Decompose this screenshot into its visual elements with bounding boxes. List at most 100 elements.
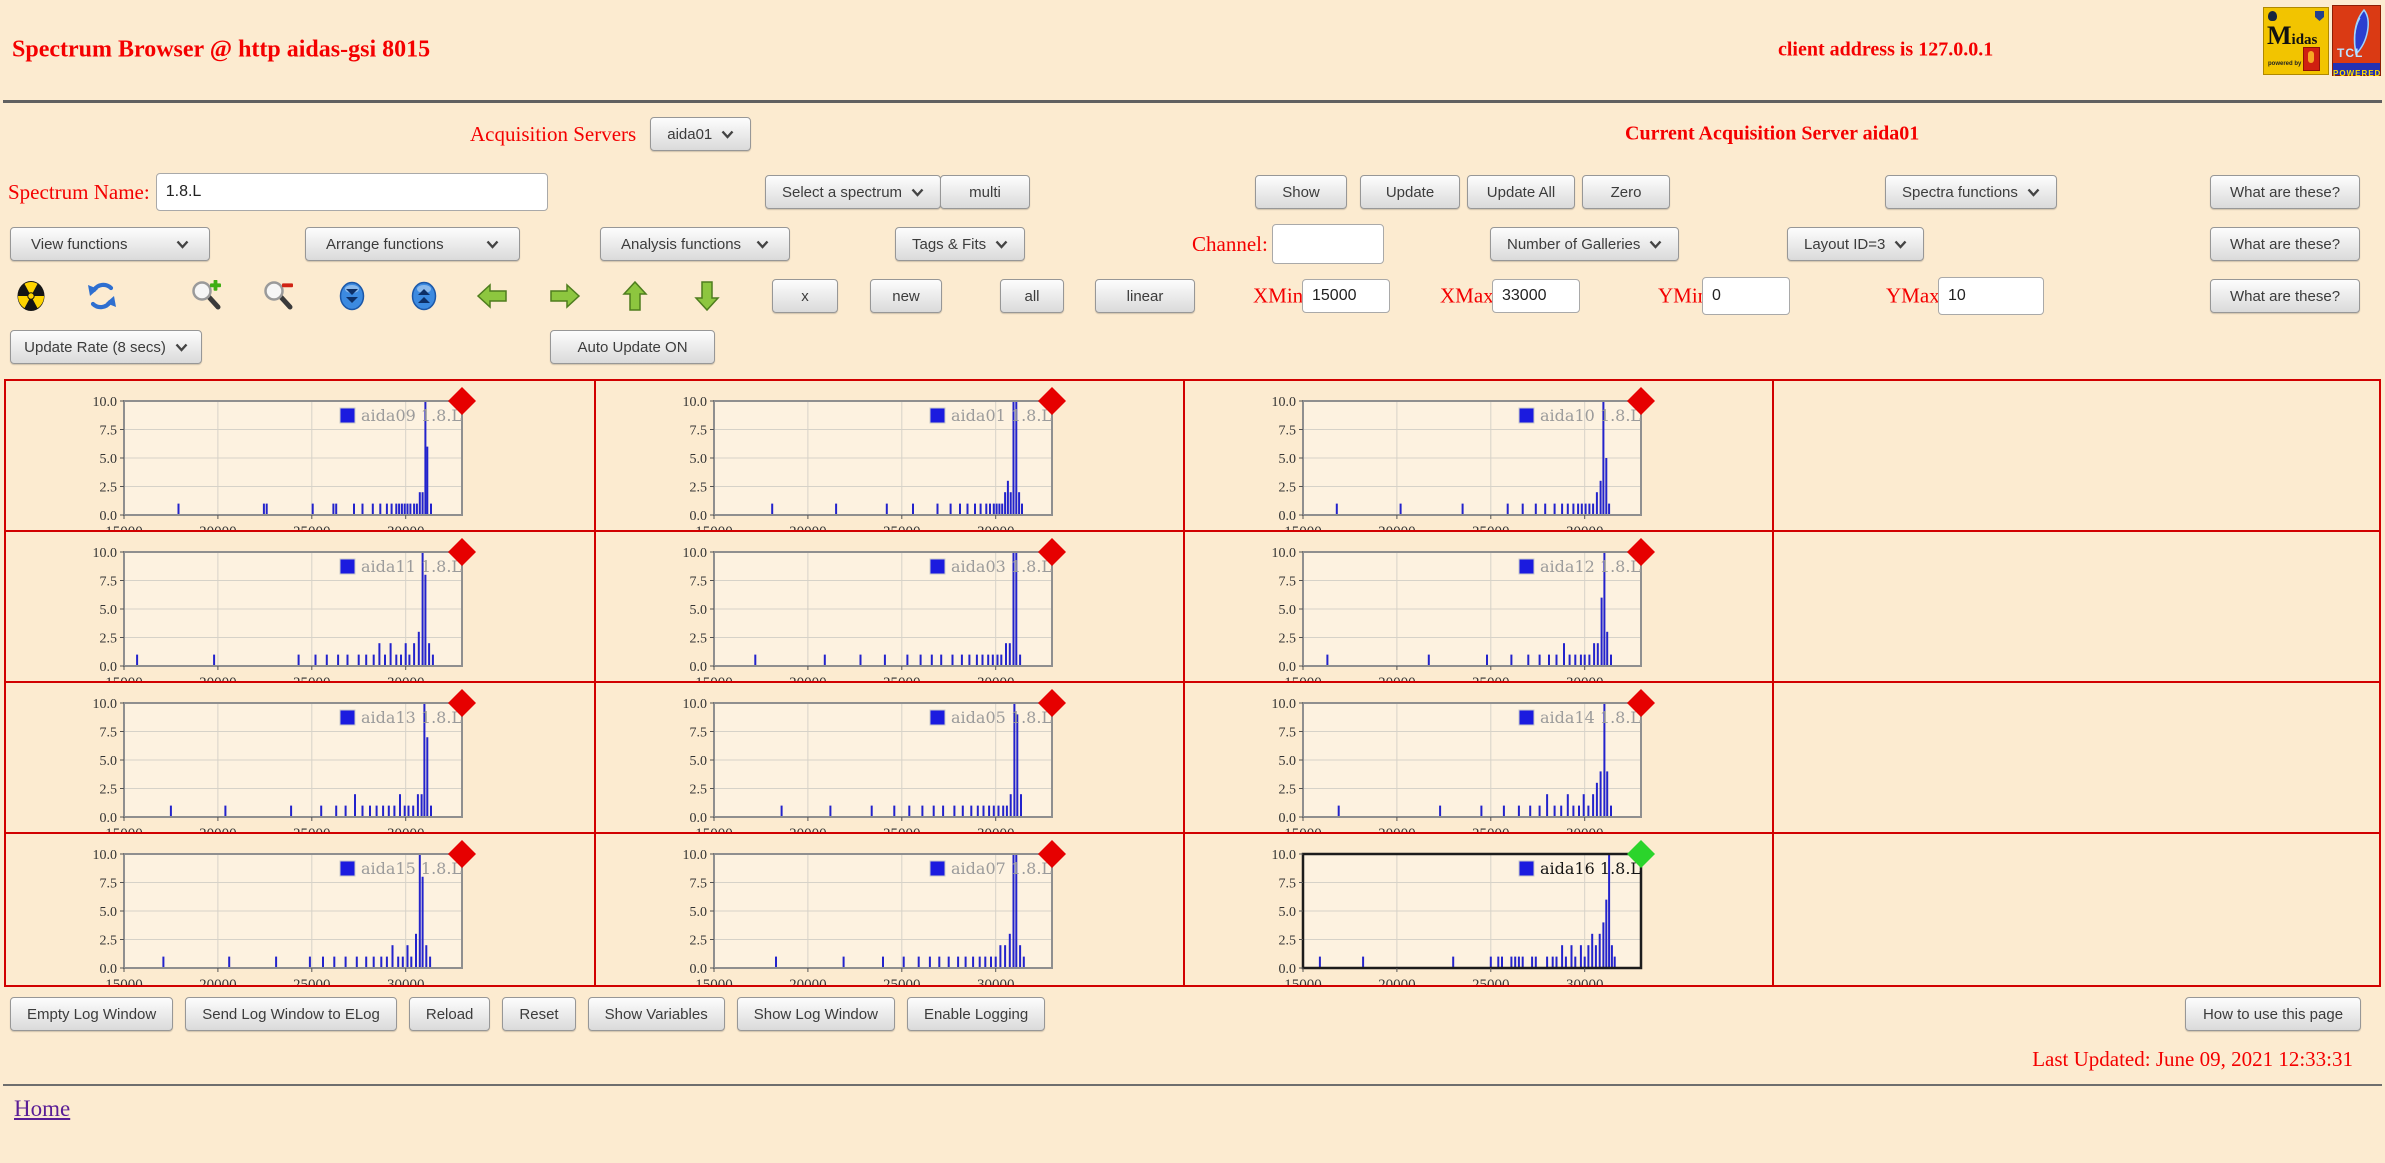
ymin-input[interactable]: [1702, 277, 1790, 315]
gallery-cell-aida01[interactable]: 0.0 2.5 5.0 7.5 10.0 15000 20000 25000 30000 aida…: [596, 381, 1185, 532]
y-tick-label: 0.0: [100, 660, 118, 675]
spectrum-chart-aida09[interactable]: 0.0 2.5 5.0 7.5 10.0 15000 20000 25000 30000 aida…: [80, 387, 580, 532]
arrow-down-icon[interactable]: [691, 280, 723, 312]
x-axis-button[interactable]: x: [772, 279, 838, 313]
empty-log-window-button[interactable]: Empty Log Window: [10, 997, 174, 1031]
auto-update-button[interactable]: Auto Update ON: [550, 330, 715, 364]
linear-button[interactable]: linear: [1095, 279, 1195, 313]
how-to-use-button[interactable]: How to use this page: [2185, 997, 2361, 1031]
zoom-out-icon[interactable]: [262, 280, 294, 312]
gallery-cell-aida10[interactable]: 0.0 2.5 5.0 7.5 10.0 15000 20000 25000 30000 aida…: [1185, 381, 1774, 532]
reset-button[interactable]: Reset: [502, 997, 576, 1031]
spectrum-chart-aida12[interactable]: 0.0 2.5 5.0 7.5 10.0 15000 20000 25000 30000 aida…: [1259, 538, 1759, 683]
arrange-functions-label: Arrange functions: [326, 235, 444, 253]
gallery-cell-aida15[interactable]: 0.0 2.5 5.0 7.5 10.0 15000 20000 25000 30000 aida…: [6, 834, 596, 985]
y-tick-label: 0.0: [690, 660, 708, 675]
y-tick-label: 2.5: [690, 934, 708, 949]
y-tick-label: 5.0: [1279, 905, 1297, 920]
channel-input[interactable]: [1271, 224, 1384, 264]
spectrum-chart-aida16[interactable]: 0.0 2.5 5.0 7.5 10.0 15000 20000 25000 30000 aida…: [1259, 840, 1759, 985]
show-variables-button[interactable]: Show Variables: [587, 997, 725, 1031]
tags-fits-dropdown[interactable]: Tags & Fits: [895, 227, 1026, 261]
gallery-cell-aida16[interactable]: 0.0 2.5 5.0 7.5 10.0 15000 20000 25000 30000 aida…: [1185, 834, 1774, 985]
chevron-down-icon: [911, 188, 924, 197]
gallery-cell-aida12[interactable]: 0.0 2.5 5.0 7.5 10.0 15000 20000 25000 30000 aida…: [1185, 532, 1774, 683]
spectrum-chart-aida07[interactable]: 0.0 2.5 5.0 7.5 10.0 15000 20000 25000 30000 aida…: [670, 840, 1170, 985]
show-button[interactable]: Show: [1255, 175, 1347, 209]
number-of-galleries-dropdown[interactable]: Number of Galleries: [1490, 227, 1680, 261]
gallery-cell-aida07[interactable]: 0.0 2.5 5.0 7.5 10.0 15000 20000 25000 30000 aida…: [596, 834, 1185, 985]
acquisition-server-dropdown[interactable]: aida01: [650, 117, 752, 151]
y-tick-label: 0.0: [1279, 509, 1297, 524]
send-log-window-to-elog-button[interactable]: Send Log Window to ELog: [185, 997, 397, 1031]
spectrum-chart-aida14[interactable]: 0.0 2.5 5.0 7.5 10.0 15000 20000 25000 30000 aida…: [1259, 689, 1759, 834]
spectra-functions-dropdown[interactable]: Spectra functions: [1885, 175, 2057, 209]
view-functions-dropdown[interactable]: View functions: [10, 227, 210, 261]
spectrum-name-label: Spectrum Name:: [8, 179, 150, 204]
zoom-in-icon[interactable]: [190, 279, 222, 312]
what-are-these-button-2[interactable]: What are these?: [2210, 227, 2360, 261]
zero-button[interactable]: Zero: [1582, 175, 1670, 209]
reload-button[interactable]: Reload: [408, 997, 491, 1031]
spectrum-chart-aida13[interactable]: 0.0 2.5 5.0 7.5 10.0 15000 20000 25000 30000 aida…: [80, 689, 580, 834]
gallery-cell-aida11[interactable]: 0.0 2.5 5.0 7.5 10.0 15000 20000 25000 30000 aida…: [6, 532, 596, 683]
x-tick-label: 25000: [293, 675, 331, 683]
arrow-right-icon[interactable]: [549, 280, 581, 312]
refresh-icon[interactable]: [86, 280, 118, 312]
chart-holder: 0.0 2.5 5.0 7.5 10.0 15000 20000 25000 30000 aida…: [670, 387, 1183, 532]
multi-button[interactable]: multi: [940, 175, 1030, 209]
all-button[interactable]: all: [1000, 279, 1064, 313]
spectrum-chart-aida10[interactable]: 0.0 2.5 5.0 7.5 10.0 15000 20000 25000 30000 aida…: [1259, 387, 1759, 532]
x-tick-label: 30000: [1566, 675, 1604, 683]
xmin-input[interactable]: [1302, 279, 1390, 313]
analysis-functions-dropdown[interactable]: Analysis functions: [600, 227, 790, 261]
home-link[interactable]: Home: [14, 1096, 70, 1121]
x-tick-label: 25000: [1472, 977, 1510, 985]
midas-logo-emblem-right: [2315, 11, 2324, 21]
gallery-cell-aida03[interactable]: 0.0 2.5 5.0 7.5 10.0 15000 20000 25000 30000 aida…: [596, 532, 1185, 683]
arrange-functions-dropdown[interactable]: Arrange functions: [305, 227, 520, 261]
gallery-cell-aida09[interactable]: 0.0 2.5 5.0 7.5 10.0 15000 20000 25000 30000 aida…: [6, 381, 596, 532]
update-all-button[interactable]: Update All: [1467, 175, 1575, 209]
gallery-cell-aida13[interactable]: 0.0 2.5 5.0 7.5 10.0 15000 20000 25000 30000 aida…: [6, 683, 596, 834]
spectrum-row: Spectrum Name: Select a spectrum multi S…: [0, 165, 2385, 219]
xmax-input[interactable]: [1492, 279, 1580, 313]
spectrum-chart-aida01[interactable]: 0.0 2.5 5.0 7.5 10.0 15000 20000 25000 30000 aida…: [670, 387, 1170, 532]
gallery-cell-aida05[interactable]: 0.0 2.5 5.0 7.5 10.0 15000 20000 25000 30000 aida…: [596, 683, 1185, 834]
spectrum-name-input[interactable]: [155, 173, 548, 211]
chevron-down-icon: [2027, 188, 2040, 197]
y-tick-label: 7.5: [690, 877, 708, 892]
select-spectrum-dropdown[interactable]: Select a spectrum: [765, 175, 942, 209]
new-button[interactable]: new: [870, 279, 942, 313]
functions-row: View functions Arrange functions Analysi…: [0, 219, 2385, 269]
show-log-window-button[interactable]: Show Log Window: [736, 997, 895, 1031]
spectrum-chart-aida15[interactable]: 0.0 2.5 5.0 7.5 10.0 15000 20000 25000 30000 aida…: [80, 840, 580, 985]
enable-logging-button[interactable]: Enable Logging: [906, 997, 1046, 1031]
header: Spectrum Browser @ http aidas-gsi 8015 c…: [0, 0, 2385, 100]
chevron-down-icon: [721, 130, 734, 139]
y-tick-label: 7.5: [1279, 877, 1297, 892]
layout-id-dropdown[interactable]: Layout ID=3: [1787, 227, 1925, 261]
y-tick-label: 2.5: [100, 934, 118, 949]
radiation-icon[interactable]: [15, 280, 47, 312]
spectrum-chart-aida11[interactable]: 0.0 2.5 5.0 7.5 10.0 15000 20000 25000 30000 aida…: [80, 538, 580, 683]
what-are-these-button-3[interactable]: What are these?: [2210, 279, 2360, 313]
x-tick-label: 15000: [105, 524, 143, 532]
what-are-these-button-1[interactable]: What are these?: [2210, 175, 2360, 209]
arrow-up-icon[interactable]: [619, 280, 651, 312]
spectrum-chart-aida05[interactable]: 0.0 2.5 5.0 7.5 10.0 15000 20000 25000 30000 aida…: [670, 689, 1170, 834]
spectrum-chart-aida03[interactable]: 0.0 2.5 5.0 7.5 10.0 15000 20000 25000 30000 aida…: [670, 538, 1170, 683]
y-tick-label: 5.0: [100, 754, 118, 769]
ymax-input[interactable]: [1938, 277, 2044, 315]
y-tick-label: 5.0: [690, 754, 708, 769]
x-tick-label: 15000: [695, 524, 733, 532]
x-tick-label: 25000: [883, 977, 921, 985]
scroll-down-icon[interactable]: [336, 280, 368, 312]
arrow-left-icon[interactable]: [476, 280, 508, 312]
chart-holder: 0.0 2.5 5.0 7.5 10.0 15000 20000 25000 30000 aida…: [1259, 840, 1772, 985]
scroll-up-icon[interactable]: [408, 280, 440, 312]
gallery-cell-aida14[interactable]: 0.0 2.5 5.0 7.5 10.0 15000 20000 25000 30000 aida…: [1185, 683, 1774, 834]
spectra-functions-label: Spectra functions: [1902, 183, 2018, 201]
update-button[interactable]: Update: [1360, 175, 1460, 209]
update-rate-dropdown[interactable]: Update Rate (8 secs): [10, 330, 202, 364]
